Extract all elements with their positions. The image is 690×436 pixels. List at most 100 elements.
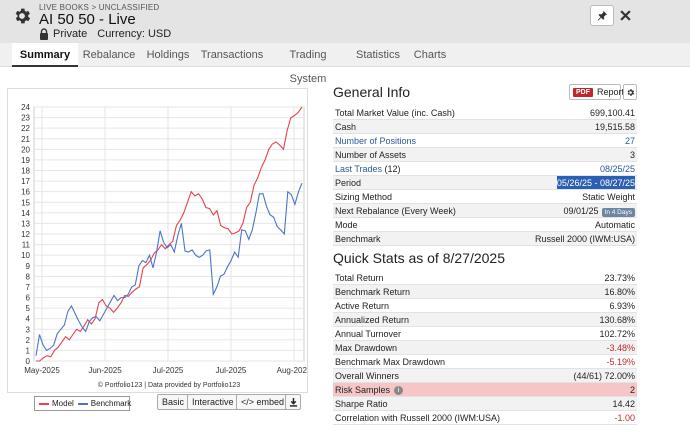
row-value: -5.19% <box>606 357 635 367</box>
row-label: Correlation with Russell 2000 (IWM:USA) <box>335 413 501 423</box>
number-of-positions-value[interactable]: 27 <box>625 134 635 147</box>
tab-charts[interactable]: Charts <box>410 43 450 67</box>
report-settings-button[interactable] <box>623 84 637 100</box>
days-until-badge: In 4 Days <box>601 208 635 217</box>
gear-icon[interactable] <box>12 6 32 26</box>
row-value: -3.48% <box>606 343 635 353</box>
row-label: Next Rebalance (Every Week) <box>335 206 456 216</box>
pin-icon <box>597 10 607 21</box>
y-tick-label: 23 <box>21 114 30 123</box>
row-value: Automatic <box>594 220 635 230</box>
y-tick-label: 2 <box>26 336 31 345</box>
table-row: Active Return 6.93% <box>333 299 637 313</box>
last-trades-date[interactable]: 08/25/25 <box>600 162 635 175</box>
tab-transactions[interactable]: Transactions <box>200 43 264 67</box>
tab-rebalance[interactable]: Rebalance <box>80 43 138 67</box>
row-label: Active Return <box>335 301 390 311</box>
row-value: Static Weight <box>582 192 635 202</box>
table-row: Benchmark Return 16.80% <box>333 285 637 299</box>
y-tick-label: 10 <box>21 251 30 260</box>
row-value: 19,515.58 <box>594 122 635 132</box>
download-chart-button[interactable] <box>285 394 301 410</box>
table-row: Next Rebalance (Every Week) 09/01/25 In 4… <box>333 204 637 218</box>
row-value: -1.00 <box>614 413 635 423</box>
y-tick-label: 14 <box>21 209 30 218</box>
portfolio-meta: Private Currency: USD <box>39 28 171 40</box>
y-tick-label: 0 <box>26 357 31 366</box>
info-icon[interactable]: i <box>394 386 404 396</box>
y-tick-label: 19 <box>21 156 30 165</box>
quick-stats-table: Total Return 23.73% Benchmark Return 16.… <box>333 271 637 425</box>
interactive-chart-button[interactable]: Interactive <box>187 394 239 410</box>
general-info-table: Total Market Value (inc. Cash) 699,100.4… <box>333 106 637 246</box>
y-tick-label: 24 <box>21 103 30 112</box>
risk-samples-cell: Risk Samples i <box>335 383 404 396</box>
chart-legend: Model Benchmark <box>34 396 131 411</box>
embed-chart-button[interactable]: </> embed <box>236 394 290 410</box>
y-tick-label: 8 <box>26 272 31 281</box>
table-row: Period 05/26/25 - 08/27/25 <box>333 176 637 190</box>
page-header: LIVE BOOKS > UNCLASSIFIED AI 50 50 - Liv… <box>0 0 690 43</box>
row-value: 14.42 <box>612 399 635 409</box>
tab-summary[interactable]: Summary <box>12 43 78 67</box>
performance-chart-panel: 0 1 2 3 4 5 6 7 8 9 10 11 12 13 14 15 16 17 18 19 20 21 22 23 24… <box>7 88 312 393</box>
legend-benchmark[interactable]: Benchmark <box>77 399 131 408</box>
y-tick-label: 15 <box>21 198 30 207</box>
row-label: Period <box>335 178 362 188</box>
pdf-report-button[interactable]: PDF Report <box>569 84 624 100</box>
basic-chart-button[interactable]: Basic <box>157 394 190 410</box>
download-icon <box>289 397 297 407</box>
row-value: 3 <box>629 150 635 160</box>
y-tick-label: 1 <box>26 346 31 355</box>
pin-button[interactable] <box>590 5 614 26</box>
tab-holdings[interactable]: Holdings <box>142 43 194 67</box>
row-value: 23.73% <box>604 273 635 283</box>
row-label: Total Return <box>335 273 384 283</box>
row-value: 102.72% <box>599 329 635 339</box>
table-row: Max Drawdown -3.48% <box>333 341 637 355</box>
y-tick-label: 3 <box>26 325 31 334</box>
legend-benchmark-swatch <box>77 402 88 405</box>
y-tick-label: 9 <box>26 262 31 271</box>
tab-trading-system[interactable]: Trading System <box>270 43 346 85</box>
row-value: Russell 2000 (IWM:USA) <box>534 234 635 244</box>
x-tick-label: Aug-2025 <box>277 366 307 375</box>
row-value: 16.80% <box>604 287 635 297</box>
row-value: 699,100.41 <box>589 108 635 118</box>
table-row: Annual Turnover 102.72% <box>333 327 637 341</box>
table-row: Total Return 23.73% <box>333 271 637 285</box>
table-row: Overall Winners (44/61) 72.00% <box>333 369 637 383</box>
performance-chart[interactable]: 0123456789101112131415161718192021222324… <box>8 89 312 392</box>
lock-icon <box>40 28 48 40</box>
table-row: Mode Automatic <box>333 218 637 232</box>
row-label: Risk Samples <box>335 385 391 395</box>
table-row: Number of Positions 27 <box>333 134 637 148</box>
tab-bar: Summary Rebalance Holdings Transactions … <box>0 43 690 85</box>
y-tick-label: 21 <box>21 135 30 144</box>
legend-model-label: Model <box>52 399 74 408</box>
x-tick-label: Jul-2025 <box>153 366 184 375</box>
close-button[interactable] <box>617 7 633 23</box>
last-trades-link[interactable]: Last Trades <box>335 164 382 174</box>
row-label: Sizing Method <box>335 192 393 202</box>
table-row: Risk Samples i 2 <box>333 383 637 397</box>
close-icon <box>619 9 631 21</box>
legend-model[interactable]: Model <box>39 399 74 408</box>
row-label: Benchmark Return <box>335 287 411 297</box>
table-row: Last Trades (12) 08/25/25 <box>333 162 637 176</box>
y-tick-label: 7 <box>26 283 31 292</box>
row-label: Overall Winners <box>335 371 400 381</box>
row-value: 2 <box>629 385 635 395</box>
tab-statistics[interactable]: Statistics <box>354 43 402 67</box>
number-of-positions-link[interactable]: Number of Positions <box>335 134 416 147</box>
y-tick-label: 13 <box>21 219 30 228</box>
x-tick-label: May-2025 <box>24 366 60 375</box>
period-value: 05/26/25 - 08/27/25 <box>556 176 635 189</box>
row-label: Benchmark Max Drawdown <box>335 357 446 367</box>
row-value: 6.93% <box>609 301 635 311</box>
legend-model-swatch <box>39 402 49 405</box>
last-trades-cell: Last Trades (12) <box>335 162 401 175</box>
gear-icon <box>627 88 634 96</box>
table-row: Sharpe Ratio 14.42 <box>333 397 637 411</box>
table-row: Benchmark Max Drawdown -5.19% <box>333 355 637 369</box>
